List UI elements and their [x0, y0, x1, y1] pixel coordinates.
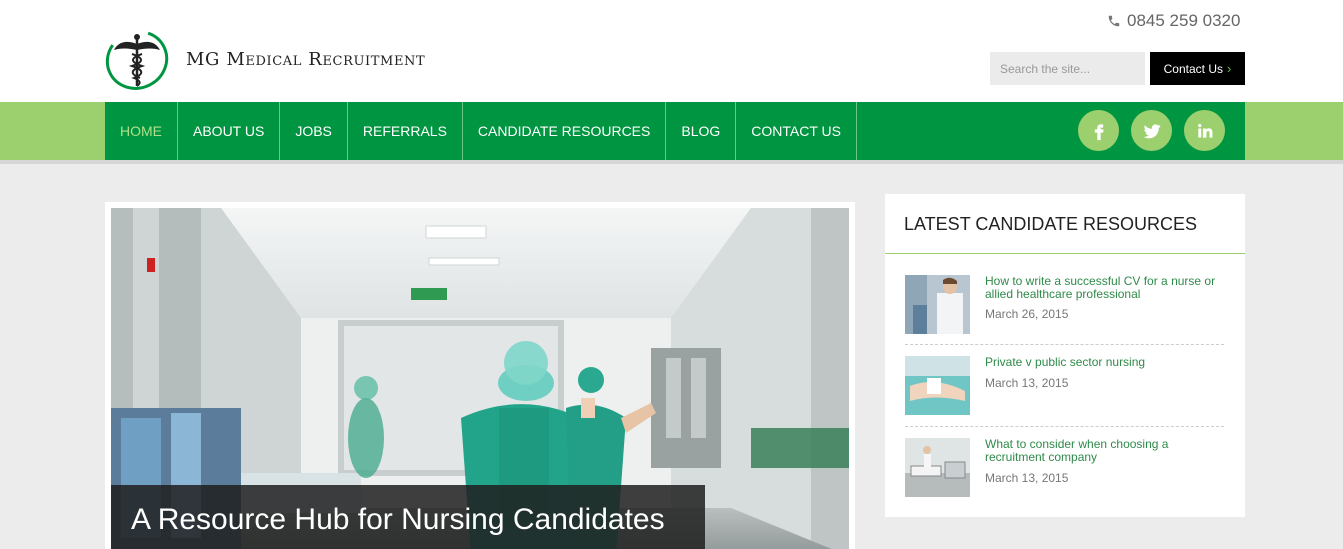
search-input[interactable]	[990, 52, 1145, 85]
brand-name[interactable]: MG Medical Recruitment	[186, 49, 425, 70]
resource-link[interactable]: Private v public sector nursing	[985, 356, 1230, 369]
hero-panel: A Resource Hub for Nursing Candidates	[105, 202, 855, 549]
contact-us-button[interactable]: Contact Us ›	[1150, 52, 1245, 85]
ward-thumbnail-image	[905, 438, 970, 497]
item-divider	[905, 344, 1224, 345]
phone-icon	[1108, 15, 1120, 27]
latest-resources-widget: LATEST CANDIDATE RESOURCES How to write …	[885, 194, 1245, 517]
main-nav: HOME ABOUT US JOBS REFERRALS CANDIDATE R…	[105, 102, 1245, 160]
linkedin-button[interactable]	[1184, 110, 1225, 151]
facebook-icon	[1094, 123, 1104, 140]
nav-item-home[interactable]: HOME	[105, 102, 178, 160]
chevron-right-icon: ›	[1227, 61, 1232, 76]
phone-number: 0845 259 0320	[1107, 11, 1240, 31]
nav-item-candidate-resources[interactable]: CANDIDATE RESOURCES	[463, 102, 667, 160]
resource-date: March 26, 2015	[985, 307, 1069, 321]
patient-thumbnail-image	[905, 356, 970, 415]
title-divider	[885, 253, 1245, 254]
twitter-icon	[1143, 123, 1160, 138]
nav-shadow	[0, 160, 1343, 164]
resource-thumbnail[interactable]	[905, 356, 970, 415]
resource-date: March 13, 2015	[985, 471, 1069, 485]
nav-item-jobs[interactable]: JOBS	[280, 102, 348, 160]
contact-us-label: Contact Us	[1163, 61, 1223, 76]
twitter-button[interactable]	[1131, 110, 1172, 151]
phone-text: 0845 259 0320	[1127, 11, 1241, 30]
resource-link[interactable]: How to write a successful CV for a nurse…	[985, 275, 1230, 301]
resource-thumbnail[interactable]	[905, 275, 970, 334]
nav-item-blog[interactable]: BLOG	[666, 102, 737, 160]
facebook-button[interactable]	[1078, 110, 1119, 151]
linkedin-icon	[1197, 123, 1212, 138]
site-header: MG Medical Recruitment 0845 259 0320 Con…	[0, 0, 1343, 102]
hero-image[interactable]: A Resource Hub for Nursing Candidates	[111, 208, 849, 549]
caduceus-logo-icon[interactable]	[104, 28, 170, 92]
nav-item-referrals[interactable]: REFERRALS	[348, 102, 463, 160]
hero-caption[interactable]: A Resource Hub for Nursing Candidates	[111, 485, 705, 549]
nav-item-contact-us[interactable]: CONTACT US	[736, 102, 857, 160]
item-divider	[905, 426, 1224, 427]
resource-thumbnail[interactable]	[905, 438, 970, 497]
widget-title: LATEST CANDIDATE RESOURCES	[904, 214, 1198, 234]
nurse-thumbnail-image	[905, 275, 970, 334]
nav-item-about-us[interactable]: ABOUT US	[178, 102, 281, 160]
resource-date: March 13, 2015	[985, 376, 1069, 390]
resource-link[interactable]: What to consider when choosing a recruit…	[985, 438, 1230, 464]
